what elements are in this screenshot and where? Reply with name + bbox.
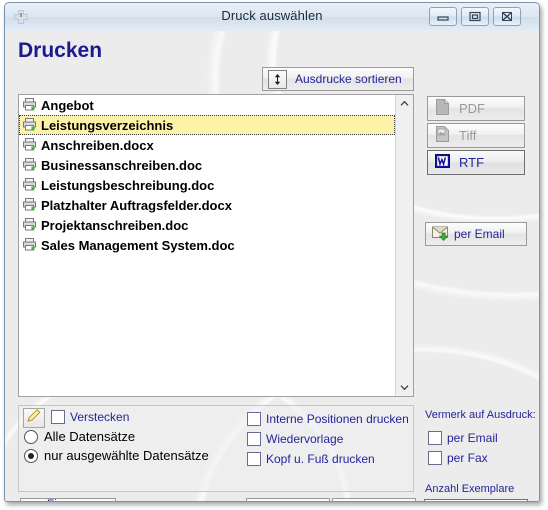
radio-label-nur-ausgewaehlte: nur ausgewählte Datensätze: [44, 448, 209, 463]
tiff-image-icon: [434, 125, 451, 146]
list-item[interactable]: Anschreiben.docx: [19, 135, 395, 155]
list-item-label: Leistungsverzeichnis: [41, 117, 174, 133]
sort-printouts-button[interactable]: Ausdrucke sortieren: [262, 67, 414, 91]
list-item-label: Angebot: [41, 97, 94, 113]
send-per-email-button[interactable]: per Email: [425, 222, 527, 246]
checkbox-vermerk-per-email[interactable]: per Email: [428, 431, 498, 445]
list-item[interactable]: Angebot: [19, 95, 395, 115]
checkbox-vermerk-per-fax[interactable]: per Fax: [428, 451, 488, 465]
list-item-label: Projektanschreiben.doc: [41, 217, 189, 233]
list-item[interactable]: Platzhalter Auftragsfelder.docx: [19, 195, 395, 215]
title-bar: Druck auswählen: [5, 3, 539, 32]
format-label-pdf: PDF: [459, 101, 485, 116]
printer-icon: [22, 117, 37, 134]
green-check-icon: [260, 502, 276, 503]
radio-alle-datensaetze[interactable]: Alle Datensätze: [24, 429, 135, 444]
page-title: Drucken: [18, 39, 103, 62]
printer-icon: [22, 97, 37, 114]
checkbox-interne-positionen[interactable]: Interne Positionen drucken: [247, 412, 409, 426]
format-button-pdf[interactable]: PDF: [427, 96, 525, 121]
list-item-label: Anschreiben.docx: [41, 137, 154, 153]
list-item[interactable]: Businessanschreiben.doc: [19, 155, 395, 175]
radio-label-alle: Alle Datensätze: [44, 429, 136, 444]
checkbox-wiedervorlage[interactable]: Wiedervorlage: [247, 432, 343, 446]
checkbox-label-wiedervorlage: Wiedervorlage: [266, 432, 344, 446]
pdf-document-icon: [434, 98, 451, 119]
red-x-icon: [335, 502, 351, 503]
list-item[interactable]: Leistungsverzeichnis: [19, 115, 395, 135]
send-per-email-label: per Email: [454, 227, 505, 241]
checkbox-verstecken[interactable]: Verstecken: [51, 410, 129, 424]
list-scrollbar[interactable]: [395, 95, 413, 396]
sort-printouts-label: Ausdrucke sortieren: [295, 72, 402, 86]
cancel-button[interactable]: Abbrechen: [332, 498, 416, 503]
close-button[interactable]: [493, 7, 521, 26]
vermerk-section-title: Vermerk auf Ausdruck:: [425, 409, 536, 421]
printer-icon: [22, 197, 37, 214]
printer-icon: [22, 157, 37, 174]
sort-updown-icon: [268, 69, 287, 89]
checkbox-box: [247, 412, 261, 426]
chevron-down-icon[interactable]: [396, 379, 413, 396]
minimize-button[interactable]: [429, 7, 457, 26]
own-reports-label: Eigene Reports: [47, 498, 115, 501]
list-item[interactable]: Sales Management System.doc: [19, 235, 395, 255]
checkbox-label-kopf-fuss: Kopf u. Fuß drucken: [266, 452, 375, 466]
minimize-icon: [437, 16, 449, 21]
envelope-download-icon: [431, 224, 452, 245]
checkbox-label-verstecken: Verstecken: [70, 410, 130, 424]
printer-icon: [22, 137, 37, 154]
pencil-icon: [26, 408, 42, 428]
format-button-tiff[interactable]: Tiff: [427, 123, 525, 148]
printer-icon: [22, 237, 37, 254]
printer-icon: [22, 217, 37, 234]
radio-circle: [24, 448, 38, 463]
list-item[interactable]: Leistungsbeschreibung.doc: [19, 175, 395, 195]
printout-list[interactable]: Angebot Leistungsverzeichnis Anschreiben.d…: [18, 94, 414, 397]
list-item-label: Businessanschreiben.doc: [41, 157, 203, 173]
list-item-label: Sales Management System.doc: [41, 237, 235, 253]
chevron-up-icon[interactable]: [396, 95, 413, 112]
copies-label: Anzahl Exemplare: [425, 483, 515, 495]
checkbox-label-vermerk-per-fax: per Fax: [447, 451, 488, 465]
radio-circle: [24, 429, 38, 444]
report-window-icon: [26, 501, 42, 502]
format-label-rtf: RTF: [459, 155, 485, 170]
next-button[interactable]: Weiter: [246, 498, 330, 503]
restore-button[interactable]: [461, 7, 489, 26]
format-button-rtf[interactable]: RTF: [427, 150, 525, 175]
copies-input[interactable]: [424, 499, 528, 501]
list-item[interactable]: Projektanschreiben.doc: [19, 215, 395, 235]
printer-icon: [22, 177, 37, 194]
format-label-tiff: Tiff: [459, 128, 477, 143]
list-item-label: Platzhalter Auftragsfelder.docx: [41, 197, 232, 213]
checkbox-box: [247, 432, 261, 446]
list-item-label: Leistungsbeschreibung.doc: [41, 177, 215, 193]
checkbox-box: [247, 452, 261, 466]
checkbox-kopf-fuss-drucken[interactable]: Kopf u. Fuß drucken: [247, 452, 375, 466]
close-icon: [502, 11, 512, 22]
own-reports-button[interactable]: Eigene Reports: [20, 498, 116, 502]
checkbox-box: [428, 431, 442, 445]
window-title: Druck auswählen: [221, 8, 323, 23]
checkbox-box: [428, 451, 442, 465]
checkbox-label-interne-positionen: Interne Positionen drucken: [266, 412, 409, 426]
checkbox-label-vermerk-per-email: per Email: [447, 431, 498, 445]
pencil-icon-button[interactable]: [23, 408, 45, 428]
print-selection-dialog: Druck auswählen Drucken Ausdrucke sortie…: [4, 2, 540, 502]
checkbox-box: [51, 410, 65, 424]
radio-nur-ausgewaehlte-datensaetze[interactable]: nur ausgewählte Datensätze: [24, 448, 209, 463]
restore-icon: [469, 11, 481, 22]
word-rtf-icon: [434, 152, 451, 173]
dialog-client-area: Drucken Ausdrucke sortieren Angebot Leist…: [5, 31, 539, 501]
printout-list-rows: Angebot Leistungsverzeichnis Anschreiben.d…: [19, 95, 395, 255]
